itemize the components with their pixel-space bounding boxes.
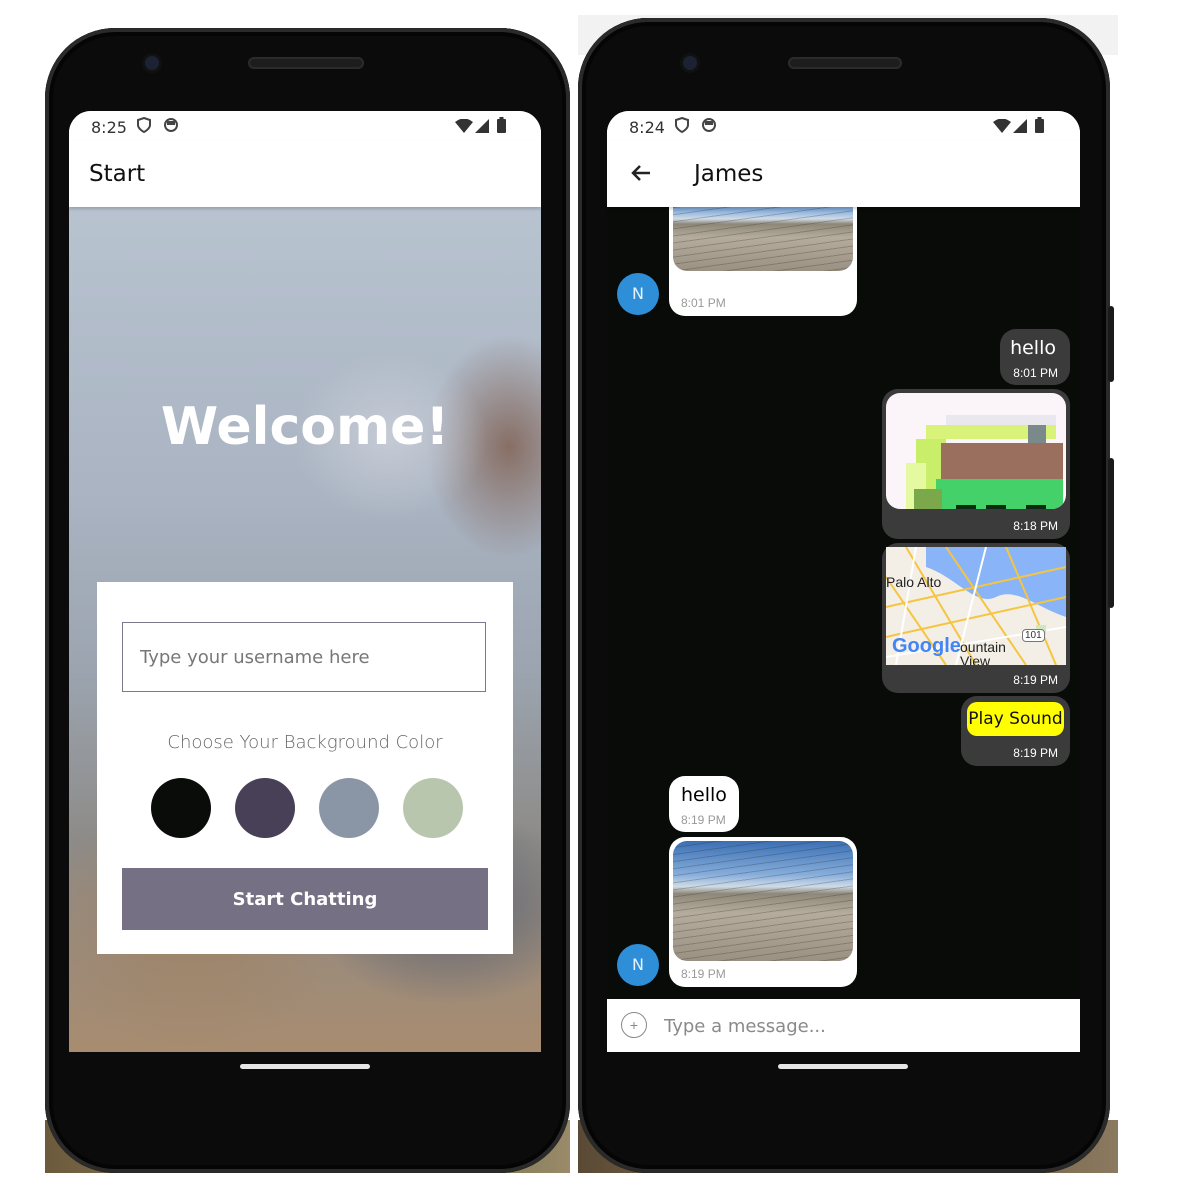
status-time: 8:25 [91,118,127,137]
earpiece-speaker [788,57,902,69]
power-button [1108,306,1114,382]
message-image-bubble: 8:18 PM [882,389,1070,539]
login-card: Choose Your Background Color Start Chatt… [97,582,513,954]
map-label-logo: Google [892,635,961,657]
map-label-city: Palo Alto [886,574,942,590]
home-indicator [240,1064,370,1069]
message-time: 8:01 PM [1013,366,1058,380]
status-bar: 8:25 [69,111,541,141]
beach-photo[interactable] [673,841,853,961]
start-screen: 8:25 Start Welcome! Choose Y [69,111,541,1052]
wifi-icon [993,118,1011,138]
back-arrow-icon[interactable] [629,161,653,190]
avatar: N [617,944,659,986]
avatar: N [617,273,659,315]
message-time: 8:19 PM [1013,673,1058,687]
app-bar: Start [69,141,541,207]
color-swatch-green[interactable] [403,778,463,838]
message-time: 8:01 PM [681,296,726,310]
message-time: 8:19 PM [681,967,726,981]
message-text-bubble: hello 8:19 PM [669,776,739,832]
message-time: 8:18 PM [1013,519,1058,533]
phone-frame-chat: 8:24 James N 8:01 PM hello 8:01 PM 8:18 … [578,18,1114,1173]
page-title: Start [89,161,146,187]
message-map-bubble: Palo Alto Google ountain View 101 8:19 P… [882,543,1070,693]
sync-icon [163,117,179,138]
battery-icon [497,117,506,138]
chat-title: James [694,161,764,187]
add-action-icon[interactable]: + [621,1012,647,1038]
signal-icon [475,119,489,138]
earpiece-speaker [248,57,364,69]
message-text: hello [1010,337,1056,359]
start-chatting-button[interactable]: Start Chatting [122,868,488,930]
message-text-bubble: hello 8:01 PM [1000,329,1070,385]
status-bar: 8:24 [607,111,1080,141]
message-input-bar: + [607,999,1080,1052]
signal-icon [1013,119,1027,138]
background-photo: Welcome! Choose Your Background Color St… [69,207,541,1052]
message-time: 8:19 PM [1013,746,1058,760]
home-indicator [778,1064,908,1069]
battery-icon [1035,117,1044,138]
map-image[interactable]: Palo Alto Google ountain View 101 [886,547,1066,665]
wifi-icon [455,118,473,138]
username-input[interactable] [122,622,486,692]
highway-badge: 101 [1022,629,1045,642]
phone-frame-start: 8:25 Start Welcome! Choose Y [45,28,570,1173]
shield-icon [137,116,151,138]
color-swatch-black[interactable] [151,778,211,838]
message-time: 8:19 PM [681,813,726,827]
pixel-art-image [886,393,1066,509]
status-time: 8:24 [629,118,665,137]
chat-screen: 8:24 James N 8:01 PM hello 8:01 PM 8:18 … [607,111,1080,1052]
message-text: hello [681,784,727,806]
app-bar: James [607,141,1080,207]
front-camera-icon [145,56,159,70]
welcome-heading: Welcome! [160,397,450,457]
message-list[interactable]: N 8:01 PM hello 8:01 PM 8:18 PM Palo Alt… [607,187,1080,1052]
color-choice-label: Choose Your Background Color [167,732,443,753]
shield-icon [675,116,689,138]
volume-button [1108,458,1114,608]
play-sound-button[interactable]: Play Sound [967,702,1064,736]
map-label-city-2: View [960,653,991,665]
sync-icon [701,117,717,138]
message-input[interactable] [662,1011,1066,1041]
color-swatch-grey-blue[interactable] [319,778,379,838]
message-image-bubble: 8:19 PM [669,837,857,987]
color-swatch-purple[interactable] [235,778,295,838]
front-camera-icon [683,56,697,70]
message-audio-bubble: Play Sound 8:19 PM [961,696,1070,766]
